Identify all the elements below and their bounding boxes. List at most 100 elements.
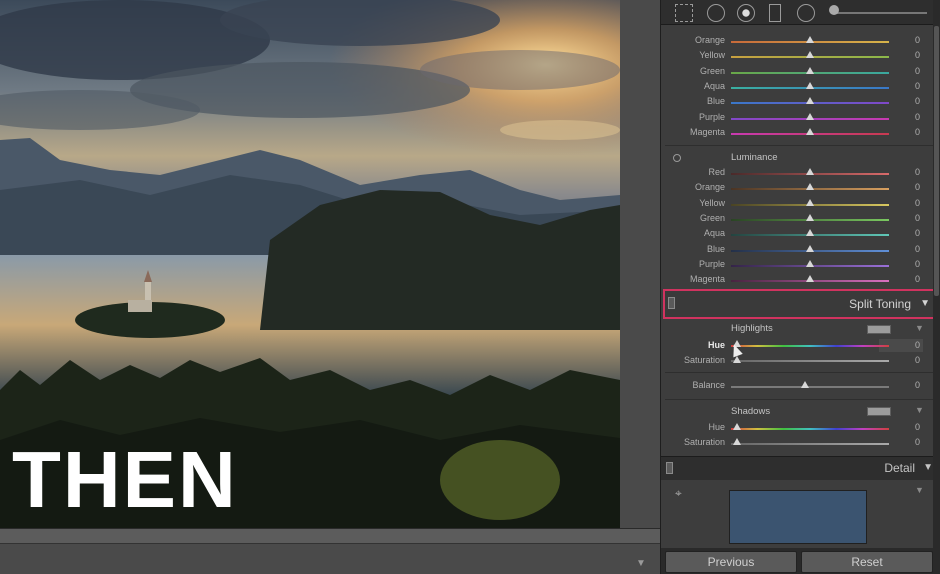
brush-icon[interactable]	[829, 5, 839, 15]
detail-header[interactable]: Detail ▼	[661, 456, 940, 480]
slider-label-yellow: Yellow	[699, 50, 725, 61]
canvas-background	[620, 0, 660, 544]
slider-value-blue: 0	[915, 96, 921, 107]
slider-value-green: 0	[915, 65, 921, 76]
toolbar-toggle-icon[interactable]: ▼	[636, 558, 646, 569]
shadows-hue-value: 0	[915, 422, 921, 432]
slider-value-yellow: 0	[915, 50, 921, 61]
highlights-saturation-thumb[interactable]	[733, 356, 741, 363]
slider-value-purple: 0	[915, 111, 921, 122]
slider-thumb-aqua[interactable]	[806, 229, 814, 237]
divider	[665, 399, 937, 400]
slider-thumb-yellow[interactable]	[806, 198, 814, 206]
crosshair-icon[interactable]: ⌖	[675, 486, 682, 501]
red-eye-tool-icon[interactable]	[737, 4, 755, 22]
highlights-hue-label: Hue	[707, 340, 725, 350]
luminance-target-icon[interactable]	[673, 154, 681, 162]
slider-value-orange: 0	[915, 182, 921, 193]
crop-tool-icon[interactable]	[675, 4, 693, 22]
brush-size-slider[interactable]	[831, 12, 927, 14]
slider-value-orange: 0	[915, 35, 921, 45]
split-toning-header[interactable]: Split Toning ▼	[663, 289, 939, 319]
slider-label-magenta: Magenta	[689, 126, 725, 137]
slider-thumb-magenta[interactable]	[806, 127, 814, 135]
slider-thumb-purple[interactable]	[806, 259, 814, 267]
highlights-color-swatch[interactable]	[867, 325, 891, 334]
slider-label-orange: Orange	[694, 182, 725, 193]
slider-label-magenta: Magenta	[689, 274, 725, 285]
detail-preview-thumbnail[interactable]	[729, 490, 867, 544]
slider-value-red: 0	[915, 167, 921, 177]
shadows-hue-label: Hue	[708, 422, 725, 432]
highlights-hue-slider[interactable]	[731, 345, 889, 347]
slider-label-purple: Purple	[698, 111, 725, 122]
slider-value-green: 0	[915, 212, 921, 223]
slider-label-orange: Orange	[694, 35, 725, 45]
highlights-heading: Highlights	[731, 323, 773, 334]
toolbar-strip	[0, 528, 660, 574]
slider-thumb-yellow[interactable]	[806, 51, 814, 59]
shadows-saturation-value: 0	[915, 437, 921, 447]
slider-thumb-aqua[interactable]	[806, 81, 814, 89]
slider-value-aqua: 0	[915, 80, 921, 91]
scrollbar-thumb[interactable]	[934, 26, 939, 296]
shadows-hue-thumb[interactable]	[733, 423, 741, 430]
collapse-triangle-icon[interactable]: ▼	[923, 462, 933, 473]
balance-thumb[interactable]	[801, 381, 809, 388]
reset-button[interactable]: Reset	[801, 551, 933, 573]
slider-value-yellow: 0	[915, 197, 921, 208]
panel-toggle-switch[interactable]	[668, 297, 675, 309]
slider-thumb-orange[interactable]	[806, 36, 814, 43]
previous-button[interactable]: Previous	[665, 551, 797, 573]
shadows-saturation-slider[interactable]	[731, 443, 889, 445]
shadows-color-swatch[interactable]	[867, 407, 891, 416]
panel-toggle-switch[interactable]	[666, 462, 673, 474]
radial-filter-tool-icon[interactable]	[797, 4, 815, 22]
shadows-triangle-icon[interactable]: ▼	[915, 405, 924, 415]
slider-thumb-magenta[interactable]	[806, 275, 814, 283]
highlights-saturation-slider[interactable]	[731, 360, 889, 362]
slider-value-aqua: 0	[915, 228, 921, 239]
then-overlay-text: THEN	[12, 435, 238, 524]
slider-thumb-red[interactable]	[806, 168, 814, 175]
slider-thumb-orange[interactable]	[806, 183, 814, 191]
highlights-saturation-label: Saturation	[683, 355, 725, 365]
slider-thumb-purple[interactable]	[806, 112, 814, 120]
slider-label-blue: Blue	[706, 243, 725, 254]
slider-label-red: Red	[708, 167, 725, 177]
luminance-heading: Luminance	[731, 152, 778, 163]
slider-value-blue: 0	[915, 243, 921, 254]
slider-thumb-blue[interactable]	[806, 244, 814, 252]
button-row: Previous Reset	[661, 548, 940, 574]
develop-panel: Orange 0 Yellow 0 Green 0 Aqua 0 Blue 0 Purple 0 Mag…	[660, 0, 940, 574]
highlights-saturation-value: 0	[915, 355, 921, 365]
highlights-triangle-icon[interactable]: ▼	[915, 323, 924, 333]
divider	[665, 145, 937, 146]
slider-thumb-green[interactable]	[806, 213, 814, 221]
slider-value-purple: 0	[915, 258, 921, 269]
split-toning-title: Split Toning	[849, 297, 911, 311]
spot-removal-tool-icon[interactable]	[707, 4, 725, 22]
slider-value-magenta: 0	[915, 274, 921, 285]
photo-canvas[interactable]: THEN	[0, 0, 620, 528]
detail-preview-triangle-icon[interactable]: ▼	[915, 485, 924, 495]
shadows-hue-slider[interactable]	[731, 428, 889, 430]
shadows-saturation-label: Saturation	[683, 437, 725, 447]
slider-label-green: Green	[699, 65, 725, 76]
balance-slider[interactable]	[731, 386, 889, 388]
lightroom-develop-window: THEN ▼ Orange 0 Yellow 0 Green 0 Aqua 0 Blue 0 Pur…	[0, 0, 940, 574]
slider-label-purple: Purple	[698, 258, 725, 269]
slider-thumb-blue[interactable]	[806, 97, 814, 105]
highlights-hue-value: 0	[915, 340, 921, 350]
slider-label-yellow: Yellow	[699, 197, 725, 208]
graduated-filter-tool-icon[interactable]	[769, 4, 781, 22]
slider-value-magenta: 0	[915, 126, 921, 137]
collapse-triangle-icon[interactable]: ▼	[920, 298, 930, 309]
tool-strip	[661, 0, 940, 25]
shadows-saturation-thumb[interactable]	[733, 438, 741, 445]
slider-thumb-green[interactable]	[806, 66, 814, 74]
slider-label-aqua: Aqua	[703, 228, 725, 239]
slider-label-blue: Blue	[706, 96, 725, 107]
shadows-heading: Shadows	[731, 406, 771, 417]
slider-label-aqua: Aqua	[703, 80, 725, 91]
